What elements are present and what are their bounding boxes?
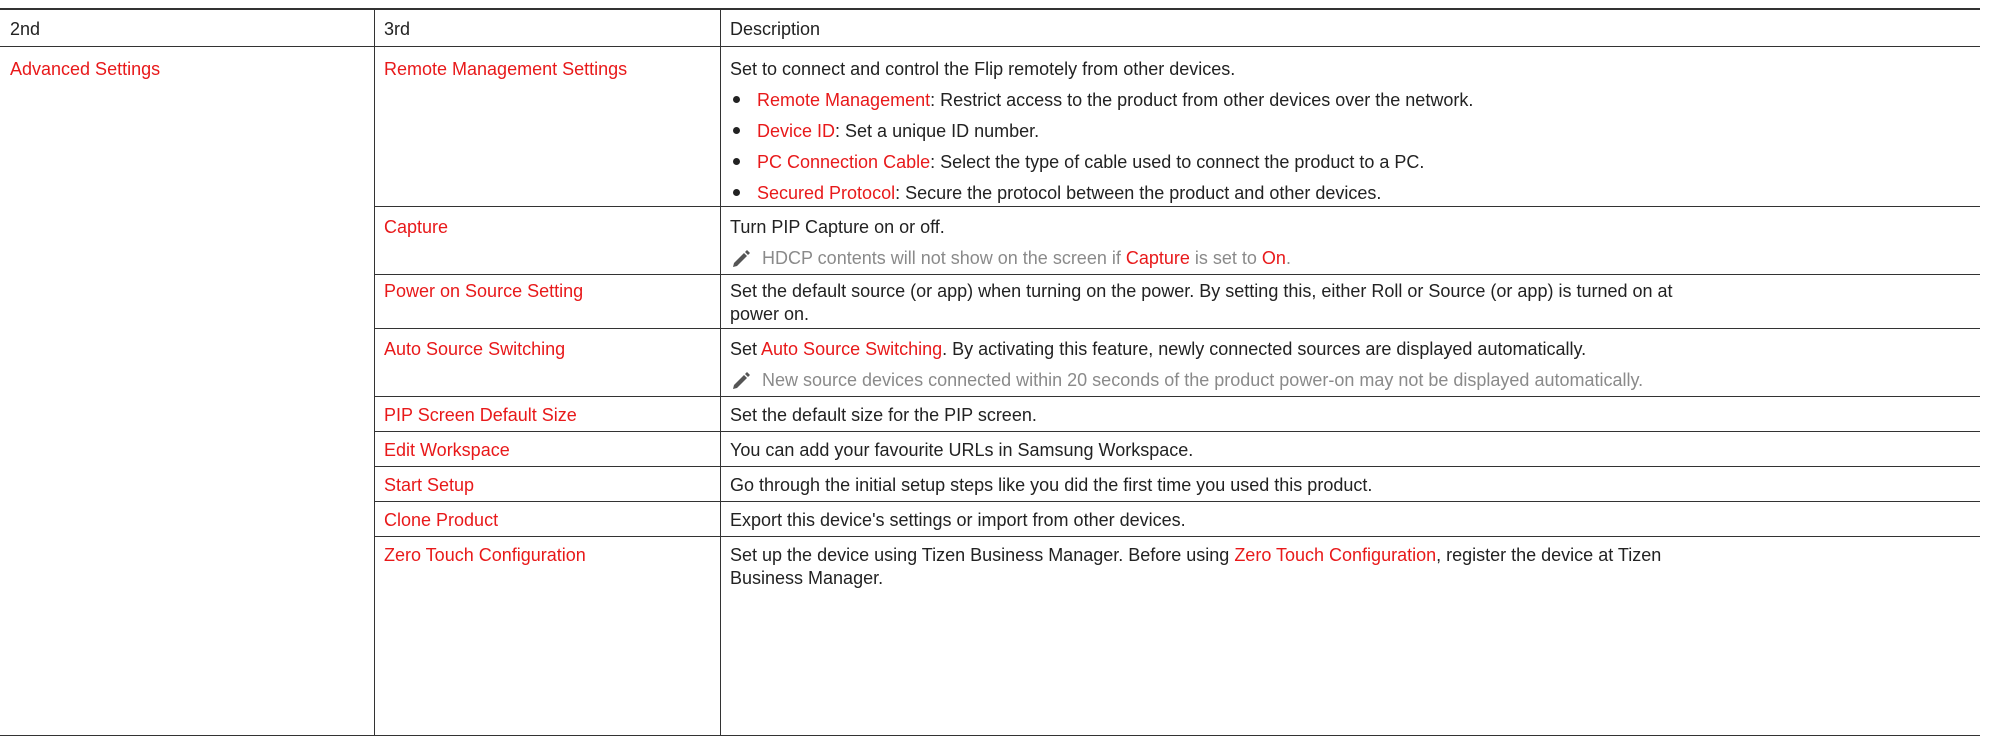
term-device-id: Device ID bbox=[757, 121, 836, 141]
term-capture: Capture bbox=[1125, 248, 1190, 268]
pencil-note-icon bbox=[733, 372, 750, 389]
term-secured-protocol: Secured Protocol bbox=[757, 183, 896, 203]
desc-zero-touch-configuration-line2: Business Manager. bbox=[730, 568, 884, 588]
desc-auto-source-switching: Set Auto Source Switching. By activating… bbox=[730, 338, 1586, 360]
term-zero-touch-configuration: Zero Touch Configuration bbox=[1234, 545, 1437, 565]
desc-power-on-source-line2: power on. bbox=[730, 304, 810, 324]
item-pip-screen-default-size: PIP Screen Default Size bbox=[384, 405, 577, 425]
item-power-on-source-setting: Power on Source Setting bbox=[384, 281, 584, 301]
item-capture: Capture bbox=[384, 217, 449, 237]
pencil-note-icon bbox=[733, 250, 750, 267]
row-rule bbox=[374, 501, 1980, 502]
header-3rd: 3rd bbox=[384, 19, 411, 39]
term-auto-source-switching: Auto Source Switching bbox=[761, 339, 943, 359]
bullet-text: : Restrict access to the product from ot… bbox=[930, 90, 1474, 110]
bullet-dot-icon bbox=[733, 96, 740, 103]
header-description: Description bbox=[730, 19, 821, 39]
bullet-text: : Select the type of cable used to conne… bbox=[930, 152, 1425, 172]
desc-edit-workspace: You can add your favourite URLs in Samsu… bbox=[730, 440, 1194, 460]
desc-remote-management-settings: Set to connect and control the Flip remo… bbox=[730, 59, 1236, 79]
desc-zero-touch-configuration-line1: Set up the device using Tizen Business M… bbox=[730, 544, 1661, 566]
column-rule bbox=[374, 8, 375, 736]
settings-table: 2nd 3rd Description Advanced Settings Re… bbox=[0, 8, 1980, 736]
bullet-text: : Secure the protocol between the produc… bbox=[895, 183, 1382, 203]
second-level-advanced-settings: Advanced Settings bbox=[10, 59, 161, 79]
item-zero-touch-configuration: Zero Touch Configuration bbox=[384, 545, 586, 565]
row-rule bbox=[374, 328, 1980, 329]
bullet-pc-connection-cable: PC Connection Cable: Select the type of … bbox=[757, 151, 1424, 173]
note-auto-source-switching: New source devices connected within 20 s… bbox=[762, 370, 1644, 390]
bullet-dot-icon bbox=[733, 127, 740, 134]
desc-text: . By activating this feature, newly conn… bbox=[942, 339, 1587, 359]
row-rule bbox=[374, 206, 1980, 207]
desc-text: , register the device at Tizen bbox=[1436, 545, 1662, 565]
term-pc-connection-cable: PC Connection Cable bbox=[757, 152, 931, 172]
item-auto-source-switching: Auto Source Switching bbox=[384, 339, 566, 359]
desc-capture: Turn PIP Capture on or off. bbox=[730, 217, 945, 237]
row-rule bbox=[374, 431, 1980, 432]
row-rule bbox=[374, 396, 1980, 397]
table-bottom-rule bbox=[0, 735, 1980, 736]
row-rule bbox=[374, 536, 1980, 537]
row-rule bbox=[374, 466, 1980, 467]
note-capture: HDCP contents will not show on the scree… bbox=[762, 247, 1291, 269]
desc-clone-product: Export this device's settings or import … bbox=[730, 510, 1186, 530]
note-text: . bbox=[1285, 248, 1291, 268]
item-clone-product: Clone Product bbox=[384, 510, 499, 530]
desc-start-setup: Go through the initial setup steps like … bbox=[730, 475, 1373, 495]
term-remote-management: Remote Management bbox=[757, 90, 931, 110]
term-on: On bbox=[1261, 248, 1286, 268]
desc-text: Set bbox=[730, 339, 762, 359]
header-2nd: 2nd bbox=[10, 19, 41, 39]
header-bottom-rule bbox=[0, 46, 1980, 47]
item-remote-management-settings: Remote Management Settings bbox=[384, 59, 628, 79]
column-rule bbox=[720, 8, 721, 736]
bullet-text: : Set a unique ID number. bbox=[835, 121, 1040, 141]
bullet-dot-icon bbox=[733, 158, 740, 165]
bullet-device-id: Device ID: Set a unique ID number. bbox=[757, 120, 1039, 142]
desc-text: Set up the device using Tizen Business M… bbox=[730, 545, 1235, 565]
desc-power-on-source-line1: Set the default source (or app) when tur… bbox=[730, 281, 1673, 301]
bullet-dot-icon bbox=[733, 189, 740, 196]
item-edit-workspace: Edit Workspace bbox=[384, 440, 510, 460]
note-text: HDCP contents will not show on the scree… bbox=[762, 248, 1126, 268]
item-start-setup: Start Setup bbox=[384, 475, 475, 495]
bullet-remote-management: Remote Management: Restrict access to th… bbox=[757, 89, 1473, 111]
desc-pip-screen-default-size: Set the default size for the PIP screen. bbox=[730, 405, 1037, 425]
row-rule bbox=[374, 274, 1980, 275]
note-text: is set to bbox=[1189, 248, 1262, 268]
bullet-secured-protocol: Secured Protocol: Secure the protocol be… bbox=[757, 182, 1381, 204]
table-top-rule bbox=[0, 8, 1980, 10]
